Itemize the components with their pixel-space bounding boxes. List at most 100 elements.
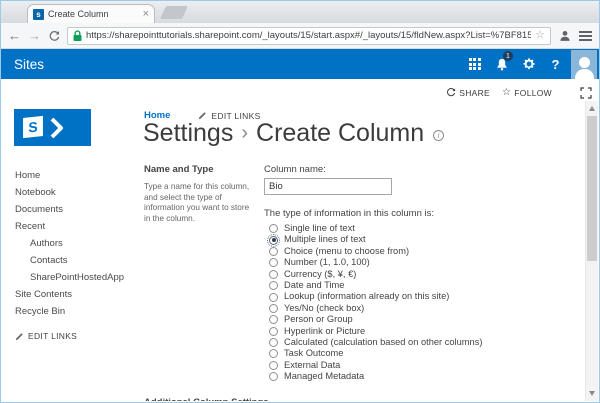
tab-close-icon[interactable]: × — [143, 8, 149, 20]
type-option[interactable]: Task Outcome — [264, 348, 584, 359]
type-option[interactable]: Single line of text — [264, 223, 584, 234]
refresh-icon[interactable] — [48, 30, 60, 42]
type-option-label: Choice (menu to choose from) — [284, 245, 410, 256]
sidebar-item[interactable]: Recycle Bin — [15, 303, 124, 320]
notification-count-badge: 1 — [503, 51, 513, 61]
form-column: Column name: The type of information in … — [264, 164, 584, 382]
type-option-label: Currency ($, ¥, €) — [284, 268, 357, 279]
radio-icon[interactable] — [269, 303, 278, 313]
field-description-column: Name and Type Type a name for this colum… — [144, 164, 251, 224]
type-option[interactable]: Managed Metadata — [264, 371, 584, 382]
radio-icon[interactable] — [269, 269, 278, 279]
next-section-heading: Additional Column Settings — [144, 397, 269, 401]
title-create-column: Create Column — [256, 119, 425, 147]
radio-icon[interactable] — [269, 360, 278, 370]
sidebar-item[interactable]: Notebook — [15, 184, 124, 201]
sharepoint-logo[interactable]: S — [14, 109, 91, 146]
profile-icon[interactable] — [558, 29, 572, 43]
logo-letter: S — [23, 115, 43, 139]
type-option-label: Task Outcome — [284, 348, 344, 359]
sidebar-item[interactable]: Contacts — [15, 252, 124, 269]
vertical-scrollbar[interactable] — [585, 101, 598, 401]
sidebar-edit-links[interactable]: EDIT LINKS — [15, 331, 77, 341]
type-option[interactable]: Date and Time — [264, 280, 584, 291]
pencil-icon — [15, 332, 23, 340]
bookmark-star-icon[interactable]: ☆ — [535, 30, 545, 41]
type-option[interactable]: Hyperlink or Picture — [264, 326, 584, 337]
type-option[interactable]: Lookup (information already on this site… — [264, 291, 584, 302]
type-option-label: Calculated (calculation based on other c… — [284, 336, 483, 347]
url-text[interactable]: https://sharepointtutorials.sharepoint.c… — [86, 30, 531, 41]
radio-icon[interactable] — [269, 292, 278, 302]
scroll-up-icon[interactable] — [589, 106, 595, 111]
type-question-label: The type of information in this column i… — [264, 208, 435, 219]
type-option[interactable]: Number (1, 1.0, 100) — [264, 257, 584, 268]
info-icon[interactable]: i — [433, 129, 445, 141]
radio-icon[interactable] — [269, 258, 278, 268]
sidebar-edit-links-label: EDIT LINKS — [28, 331, 78, 341]
sidebar: S Home Notebook Documents Recent Authors — [2, 79, 136, 401]
notifications-bell-icon[interactable]: 1 — [488, 49, 515, 79]
radio-icon[interactable] — [269, 315, 278, 325]
column-name-label: Column name: — [264, 164, 326, 175]
scrollbar-thumb[interactable] — [587, 116, 597, 261]
address-bar[interactable]: https://sharepointtutorials.sharepoint.c… — [67, 26, 551, 45]
page-content: SHARE ☆ FOLLOW S Home Notebook Documents… — [2, 79, 598, 401]
type-option[interactable]: Yes/No (check box) — [264, 303, 584, 314]
secure-padlock-icon[interactable] — [73, 29, 82, 42]
browser-window: s Create Column × ← → https://sharepoint… — [0, 0, 600, 403]
type-option[interactable]: Choice (menu to choose from) — [264, 246, 584, 257]
type-option-label: Yes/No (check box) — [284, 302, 365, 313]
tab-title: Create Column — [48, 9, 109, 19]
main-area: Home EDIT LINKS Settings › Create Column… — [143, 79, 584, 401]
page-title: Settings › Create Column i — [143, 119, 445, 148]
radio-icon[interactable] — [269, 372, 278, 382]
browser-toolbar: ← → https://sharepointtutorials.sharepoi… — [1, 23, 599, 49]
help-icon[interactable]: ? — [542, 49, 569, 79]
radio-icon[interactable] — [269, 224, 278, 234]
radio-icon[interactable] — [269, 281, 278, 291]
type-option[interactable]: Person or Group — [264, 314, 584, 325]
type-option-label: Single line of text — [284, 223, 355, 233]
type-option-label: Person or Group — [284, 314, 353, 325]
type-option[interactable]: Calculated (calculation based on other c… — [264, 337, 584, 348]
type-option[interactable]: Multiple lines of text — [264, 233, 584, 247]
type-option-label: Lookup (information already on this site… — [284, 291, 450, 302]
sidebar-item[interactable]: Authors — [15, 235, 124, 252]
back-icon[interactable]: ← — [8, 29, 21, 42]
suite-bar-title: Sites — [14, 56, 45, 72]
menu-icon[interactable] — [579, 29, 592, 43]
type-option-label: Date and Time — [284, 279, 345, 290]
type-option[interactable]: External Data — [264, 360, 584, 371]
tab-strip: s Create Column × — [1, 1, 599, 23]
radio-icon[interactable] — [269, 338, 278, 348]
radio-icon[interactable] — [269, 349, 278, 359]
type-option[interactable]: Currency ($, ¥, €) — [264, 269, 584, 280]
app-launcher-icon[interactable] — [461, 49, 488, 79]
radio-icon[interactable] — [267, 233, 280, 247]
column-name-input[interactable] — [264, 178, 392, 195]
type-option-label: External Data — [284, 359, 341, 370]
settings-gear-icon[interactable] — [515, 49, 542, 79]
browser-tab[interactable]: s Create Column × — [27, 4, 155, 23]
sidebar-item[interactable]: Documents — [15, 201, 124, 218]
radio-icon[interactable] — [269, 246, 278, 256]
sidebar-item[interactable]: Site Contents — [15, 286, 124, 303]
type-options-list: Single line of text Multiple lines of te… — [264, 223, 584, 382]
radio-icon[interactable] — [269, 326, 278, 336]
sharepoint-favicon-icon: s — [33, 8, 44, 20]
type-option-label: Multiple lines of text — [284, 234, 366, 245]
new-tab-button[interactable] — [159, 6, 189, 19]
scroll-down-icon[interactable] — [589, 391, 595, 396]
sidebar-item[interactable]: Home — [15, 167, 124, 184]
section-description: Type a name for this column, and select … — [144, 182, 250, 223]
title-settings-link[interactable]: Settings — [143, 119, 233, 148]
avatar-head — [578, 57, 590, 68]
suite-bar: Sites 1 ? — [1, 49, 599, 79]
forward-icon[interactable]: → — [28, 29, 41, 42]
suite-bar-icons: 1 ? — [461, 49, 569, 79]
logo-chevron-icon — [50, 117, 63, 139]
title-separator: › — [241, 122, 249, 144]
sidebar-item[interactable]: Recent — [15, 218, 124, 235]
sidebar-item[interactable]: SharePointHostedApp — [15, 269, 124, 286]
